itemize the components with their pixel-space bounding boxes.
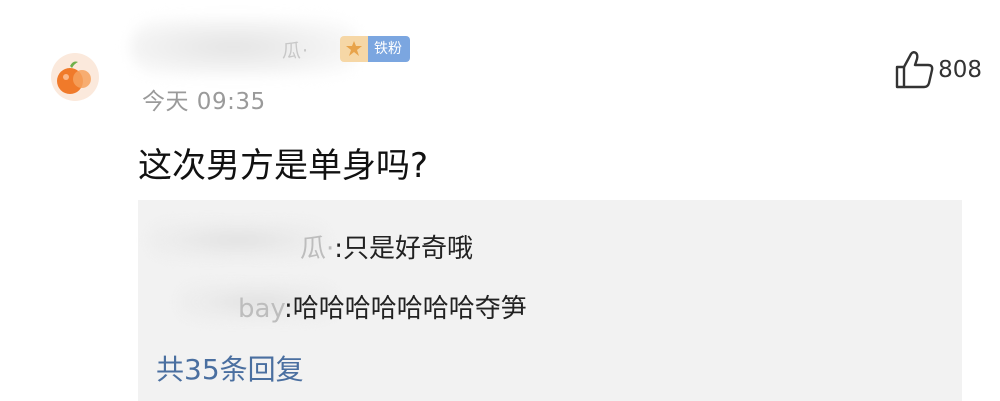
fan-badge-icon xyxy=(340,36,368,62)
replies-panel[interactable]: 瓜·:只是好奇哦 bay:哈哈哈哈哈哈哈夺笋 共35条回复 xyxy=(138,200,962,401)
avatar[interactable] xyxy=(50,52,100,102)
username-obscured xyxy=(130,18,360,76)
reply-author[interactable]: 瓜· xyxy=(300,234,334,264)
thumbs-up-icon xyxy=(895,51,934,89)
like-button[interactable]: 808 xyxy=(894,50,982,90)
reply-item[interactable]: 瓜·:只是好奇哦 xyxy=(300,228,473,265)
reply-separator: : xyxy=(334,234,344,264)
reply-text: 只是好奇哦 xyxy=(343,234,474,264)
reply-item[interactable]: bay:哈哈哈哈哈哈哈夺笋 xyxy=(238,288,527,325)
username[interactable]: 瓜· xyxy=(282,36,309,63)
fan-badge-label: 铁粉 xyxy=(368,36,410,62)
reply-text: 哈哈哈哈哈哈哈夺笋 xyxy=(292,294,527,324)
comment-timestamp: 今天 09:35 xyxy=(142,89,266,115)
comment-text: 这次男方是单身吗? xyxy=(138,146,429,186)
orange-fruit-avatar-icon xyxy=(51,53,99,101)
reply-author[interactable]: bay xyxy=(238,294,284,324)
reply-count-link[interactable]: 共35条回复 xyxy=(156,348,304,388)
fan-badge: 铁粉 xyxy=(340,36,410,62)
like-count: 808 xyxy=(938,57,982,83)
reply-separator: : xyxy=(283,294,293,324)
